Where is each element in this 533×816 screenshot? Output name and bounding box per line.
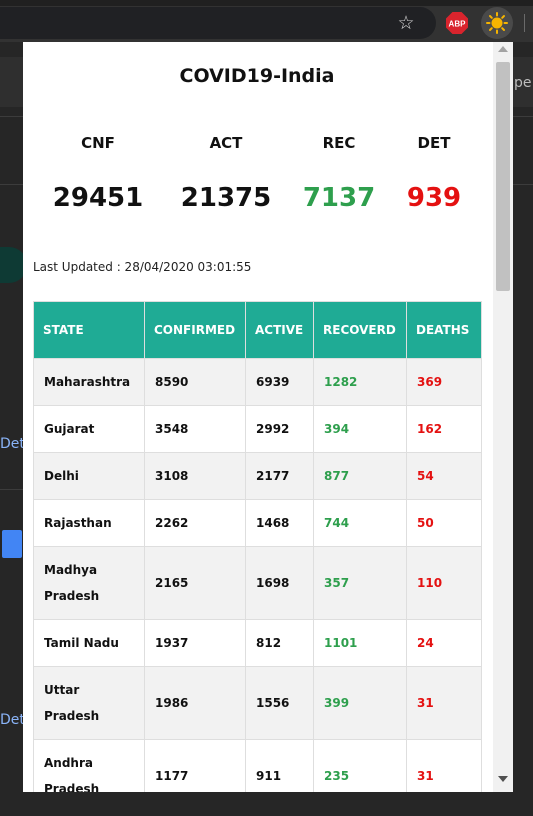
cell-recovered: 394 [313, 405, 407, 453]
cell-confirmed: 3548 [144, 405, 246, 453]
table-row: Andhra Pradesh 1177 911 235 31 [33, 739, 482, 792]
cell-state: Delhi [33, 452, 145, 500]
cell-deaths: 24 [406, 619, 482, 667]
cell-recovered: 877 [313, 452, 407, 500]
popup-title: COVID19-India [179, 65, 335, 87]
cell-state: Maharashtra [33, 358, 145, 406]
table-row: Madhya Pradesh 2165 1698 357 110 [33, 546, 482, 620]
stat-label-recovered: REC [322, 134, 356, 152]
table-row: Rajasthan 2262 1468 744 50 [33, 499, 482, 547]
svg-text:ABP: ABP [449, 20, 467, 29]
last-updated: Last Updated : 28/04/2020 03:01:55 [33, 260, 252, 274]
table-row: Gujarat 3548 2992 394 162 [33, 405, 482, 453]
docs-icon [2, 530, 22, 558]
table-header-row: STATE CONFIRMED ACTIVE RECOVERD DEATHS [33, 301, 482, 359]
column-header-active: ACTIVE [245, 301, 314, 359]
cell-recovered: 357 [313, 546, 407, 620]
stat-value-confirmed: 29451 [52, 183, 144, 213]
cell-deaths: 31 [406, 739, 482, 792]
cell-recovered: 1101 [313, 619, 407, 667]
table-row: Uttar Pradesh 1986 1556 399 31 [33, 666, 482, 740]
cell-active: 812 [245, 619, 314, 667]
background-partial-text: pe [514, 75, 532, 91]
stat-label-deaths: DET [417, 134, 451, 152]
adblock-plus-button[interactable]: ABP [446, 12, 468, 34]
covid-popup: COVID19-India CNF ACT REC DET 29451 2137… [23, 42, 513, 792]
star-icon[interactable]: ☆ [392, 10, 420, 36]
cell-confirmed: 1937 [144, 619, 246, 667]
scroll-thumb[interactable] [496, 62, 510, 291]
cell-confirmed: 1177 [144, 739, 246, 792]
address-bar[interactable] [0, 7, 436, 39]
cell-deaths: 54 [406, 452, 482, 500]
cell-active: 1698 [245, 546, 314, 620]
cell-recovered: 744 [313, 499, 407, 547]
scroll-up-arrow-icon[interactable] [498, 46, 508, 52]
column-header-confirmed: CONFIRMED [144, 301, 246, 359]
cell-deaths: 369 [406, 358, 482, 406]
cell-state: Madhya Pradesh [33, 546, 145, 620]
table-row: Tamil Nadu 1937 812 1101 24 [33, 619, 482, 667]
covid-extension-button[interactable] [481, 7, 513, 39]
cell-active: 911 [245, 739, 314, 792]
table-row: Delhi 3108 2177 877 54 [33, 452, 482, 500]
tab-strip [0, 0, 533, 6]
covid-sun-icon [486, 12, 508, 34]
background-divider [0, 489, 23, 490]
background-link[interactable]: Det [0, 712, 25, 728]
cell-confirmed: 2165 [144, 546, 246, 620]
cell-confirmed: 8590 [144, 358, 246, 406]
cell-recovered: 399 [313, 666, 407, 740]
cell-recovered: 1282 [313, 358, 407, 406]
stat-label-active: ACT [209, 134, 243, 152]
stat-value-deaths: 939 [406, 183, 462, 213]
cell-state: Rajasthan [33, 499, 145, 547]
cell-deaths: 31 [406, 666, 482, 740]
column-header-deaths: DEATHS [406, 301, 482, 359]
column-header-state: STATE [33, 301, 145, 359]
cell-confirmed: 2262 [144, 499, 246, 547]
cell-active: 1556 [245, 666, 314, 740]
cell-recovered: 235 [313, 739, 407, 792]
popup-scrollbar[interactable] [493, 42, 513, 792]
cell-deaths: 110 [406, 546, 482, 620]
table-row: Maharashtra 8590 6939 1282 369 [33, 358, 482, 406]
cell-active: 1468 [245, 499, 314, 547]
column-header-recovered: RECOVERD [313, 301, 407, 359]
cell-state: Gujarat [33, 405, 145, 453]
cell-state: Andhra Pradesh [33, 739, 145, 792]
cell-confirmed: 3108 [144, 452, 246, 500]
cell-state: Tamil Nadu [33, 619, 145, 667]
browser-toolbar: ☆ ABP [0, 0, 533, 42]
background-link[interactable]: Det [0, 436, 25, 452]
toolbar-separator [524, 14, 525, 32]
state-table: STATE CONFIRMED ACTIVE RECOVERD DEATHS M… [33, 301, 482, 792]
cell-deaths: 162 [406, 405, 482, 453]
cell-active: 2177 [245, 452, 314, 500]
stat-value-active: 21375 [180, 183, 272, 213]
cell-confirmed: 1986 [144, 666, 246, 740]
cell-active: 6939 [245, 358, 314, 406]
stat-label-confirmed: CNF [81, 134, 115, 152]
cell-state: Uttar Pradesh [33, 666, 145, 740]
adblock-icon: ABP [446, 12, 468, 34]
cell-deaths: 50 [406, 499, 482, 547]
scroll-down-arrow-icon[interactable] [498, 776, 508, 782]
cell-active: 2992 [245, 405, 314, 453]
